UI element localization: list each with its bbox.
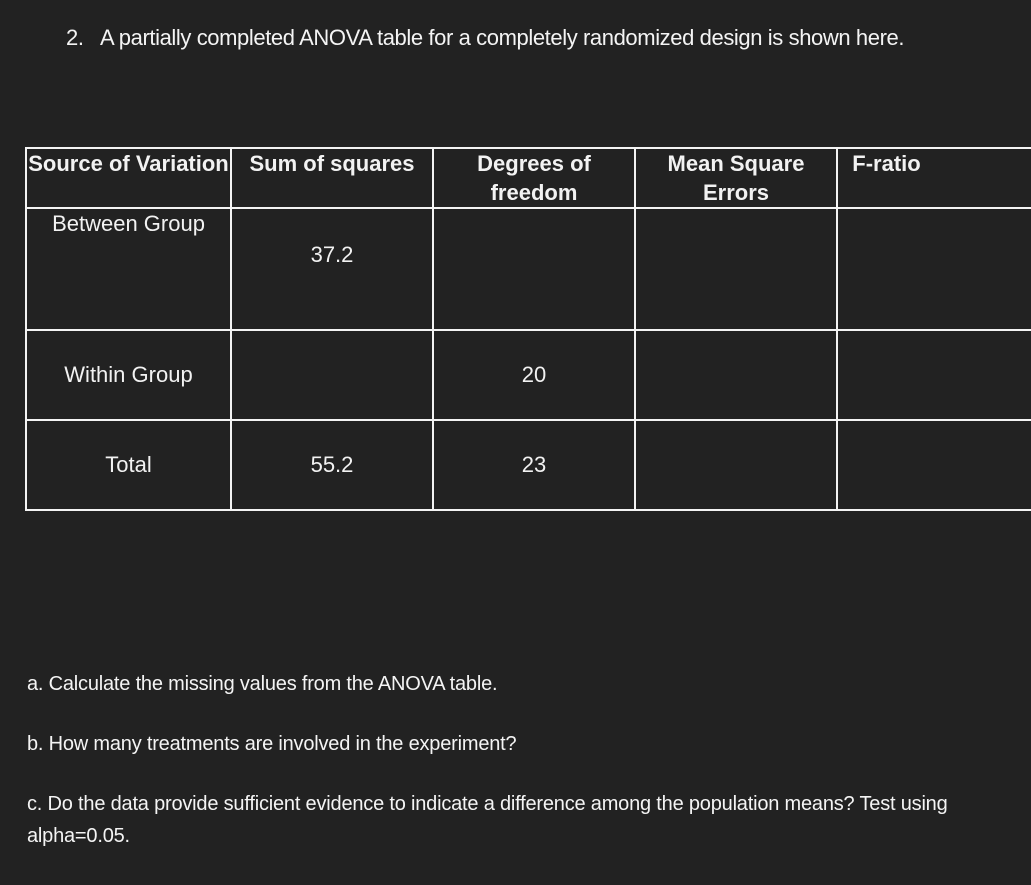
cell-mean-square — [634, 329, 838, 421]
cell-f-ratio — [836, 329, 1031, 421]
table-row: Between Group 37.2 — [25, 207, 1031, 331]
cell-sum-of-squares: 37.2 — [230, 207, 434, 331]
sub-question-a: a. Calculate the missing values from the… — [27, 673, 498, 695]
header-mean-square-errors: Mean Square Errors — [634, 147, 838, 209]
anova-table-container: Source of Variation Sum of squares Degre… — [25, 147, 1031, 511]
cell-sum-of-squares — [230, 329, 434, 421]
cell-source: Within Group — [25, 329, 232, 421]
header-degrees-of-freedom: Degrees of freedom — [432, 147, 636, 209]
cell-source: Between Group — [25, 207, 232, 331]
header-f-ratio: F-ratio — [836, 147, 1031, 209]
table-header-row: Source of Variation Sum of squares Degre… — [25, 147, 1031, 209]
anova-table: Source of Variation Sum of squares Degre… — [25, 147, 1031, 511]
cell-degrees-of-freedom: 20 — [432, 329, 636, 421]
header-source-of-variation: Source of Variation — [25, 147, 232, 209]
question-number: 2. — [66, 25, 84, 50]
sub-question-c: c. Do the data provide sufficient eviden… — [27, 793, 948, 847]
sub-questions: a. Calculate the missing values from the… — [27, 668, 1017, 852]
cell-source: Total — [25, 419, 232, 511]
cell-f-ratio — [836, 419, 1031, 511]
sub-question-b: b. How many treatments are involved in t… — [27, 733, 517, 755]
table-row: Within Group 20 — [25, 329, 1031, 421]
cell-mean-square — [634, 207, 838, 331]
table-row: Total 55.2 23 — [25, 419, 1031, 511]
cell-sum-of-squares: 55.2 — [230, 419, 434, 511]
question-title: 2. A partially completed ANOVA table for … — [66, 25, 904, 51]
cell-mean-square — [634, 419, 838, 511]
cell-degrees-of-freedom: 23 — [432, 419, 636, 511]
cell-degrees-of-freedom — [432, 207, 636, 331]
question-text: A partially completed ANOVA table for a … — [100, 25, 905, 50]
header-sum-of-squares: Sum of squares — [230, 147, 434, 209]
cell-f-ratio — [836, 207, 1031, 331]
